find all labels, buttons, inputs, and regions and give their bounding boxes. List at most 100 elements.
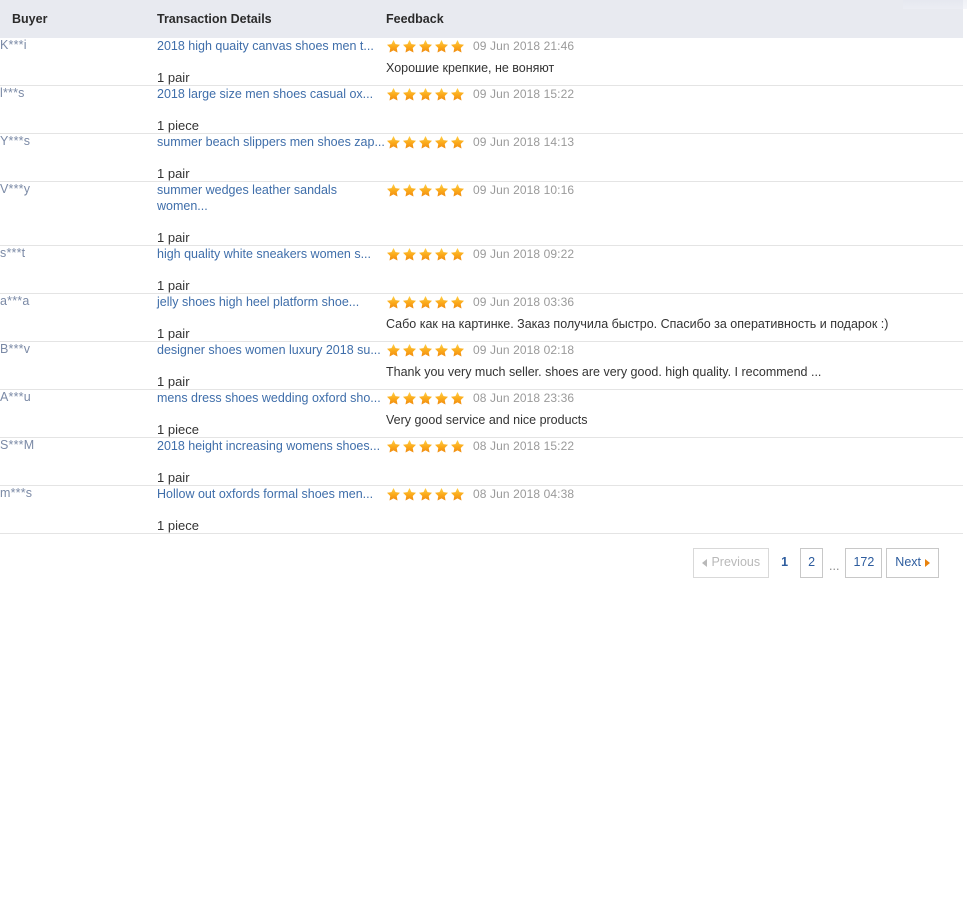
feedback-header: 09 Jun 2018 15:22 [386, 86, 963, 102]
table-row: V***y summer wedges leather sandals women… [0, 181, 963, 246]
product-link[interactable]: mens dress shoes wedding oxford sho... [157, 390, 386, 406]
feedback-header: 08 Jun 2018 04:38 [386, 486, 963, 502]
previous-page-button[interactable]: Previous [693, 548, 770, 578]
quantity-label: 1 pair [157, 70, 190, 85]
pagination-bar: Previous 1 2 ... 172 Next [0, 534, 951, 578]
cell-feedback: 08 Jun 2018 04:38 [386, 485, 963, 534]
star-rating-icons [386, 295, 465, 310]
buyer-name: Y***s [0, 134, 31, 148]
cell-buyer: S***M [0, 437, 157, 486]
chevron-left-icon [702, 558, 708, 567]
buyer-name: a***a [0, 294, 30, 308]
quantity-label: 1 pair [157, 230, 190, 245]
column-header-feedback: Feedback [386, 0, 963, 38]
table-row: Y***s summer beach slippers men shoes zap… [0, 133, 963, 182]
cell-buyer: m***s [0, 485, 157, 534]
cell-feedback: 08 Jun 2018 15:22 [386, 437, 963, 486]
page-button-last[interactable]: 172 [845, 548, 883, 578]
cell-transaction-details: 2018 height increasing womens shoes... 1 … [157, 437, 386, 486]
star-rating-icons [386, 183, 465, 198]
table-header-row: Buyer Transaction Details Feedback [0, 0, 963, 38]
cell-feedback: 09 Jun 2018 14:13 [386, 133, 963, 182]
feedback-comment: Хорошие крепкие, не воняют [386, 61, 555, 75]
buyer-name: m***s [0, 486, 33, 500]
cell-buyer: a***a [0, 293, 157, 342]
product-link[interactable]: high quality white sneakers women s... [157, 246, 386, 262]
buyer-name: A***u [0, 390, 31, 404]
product-link[interactable]: jelly shoes high heel platform shoe... [157, 294, 386, 310]
product-link[interactable]: summer wedges leather sandals women... [157, 182, 386, 214]
cell-transaction-details: high quality white sneakers women s... 1 … [157, 245, 386, 294]
quantity-label: 1 piece [157, 118, 199, 133]
feedback-date: 09 Jun 2018 15:22 [473, 87, 575, 101]
product-link[interactable]: Hollow out oxfords formal shoes men... [157, 486, 386, 502]
feedback-date: 08 Jun 2018 23:36 [473, 391, 575, 405]
table-header: Buyer Transaction Details Feedback [0, 0, 963, 38]
cell-buyer: l***s [0, 85, 157, 134]
table-body: K***i 2018 high quaity canvas shoes men t… [0, 38, 963, 534]
cell-transaction-details: mens dress shoes wedding oxford sho... 1 … [157, 389, 386, 438]
pagination-ellipsis: ... [829, 559, 840, 573]
cell-feedback: 08 Jun 2018 23:36 Very good service and n… [386, 389, 963, 438]
star-rating-icons [386, 487, 465, 502]
cell-buyer: Y***s [0, 133, 157, 182]
feedback-date: 09 Jun 2018 21:46 [473, 39, 575, 53]
cell-buyer: B***v [0, 341, 157, 390]
quantity-label: 1 pair [157, 470, 190, 485]
table-row: B***v designer shoes women luxury 2018 su… [0, 341, 963, 390]
feedback-header: 08 Jun 2018 15:22 [386, 438, 963, 454]
previous-page-label: Previous [711, 555, 761, 569]
cell-transaction-details: jelly shoes high heel platform shoe... 1 … [157, 293, 386, 342]
feedback-header: 09 Jun 2018 03:36 [386, 294, 963, 310]
quantity-label: 1 pair [157, 278, 190, 293]
star-rating-icons [386, 343, 465, 358]
buyer-name: V***y [0, 182, 31, 196]
table-row: A***u mens dress shoes wedding oxford sho… [0, 389, 963, 438]
feedback-header: 09 Jun 2018 14:13 [386, 134, 963, 150]
cell-feedback: 09 Jun 2018 15:22 [386, 85, 963, 134]
feedback-date: 09 Jun 2018 14:13 [473, 135, 575, 149]
cell-transaction-details: designer shoes women luxury 2018 su... 1 … [157, 341, 386, 390]
feedback-comment: Very good service and nice products [386, 413, 588, 427]
star-rating-icons [386, 39, 465, 54]
cell-buyer: s***t [0, 245, 157, 294]
buyer-name: S***M [0, 438, 35, 452]
feedback-date: 09 Jun 2018 09:22 [473, 247, 575, 261]
star-rating-icons [386, 439, 465, 454]
cell-transaction-details: Hollow out oxfords formal shoes men... 1 … [157, 485, 386, 534]
feedback-comment: Thank you very much seller. shoes are ve… [386, 365, 822, 379]
next-page-button[interactable]: Next [886, 548, 939, 578]
buyer-name: B***v [0, 342, 31, 356]
product-link[interactable]: summer beach slippers men shoes zap... [157, 134, 386, 150]
next-page-label: Next [895, 555, 921, 569]
cell-buyer: A***u [0, 389, 157, 438]
feedback-header: 09 Jun 2018 02:18 [386, 342, 963, 358]
cell-feedback: 09 Jun 2018 21:46 Хорошие крепкие, не вон… [386, 38, 963, 86]
feedback-date: 08 Jun 2018 15:22 [473, 439, 575, 453]
cell-feedback: 09 Jun 2018 03:36 Сабо как на картинке. З… [386, 293, 963, 342]
buyer-name: s***t [0, 246, 26, 260]
buyer-name: K***i [0, 38, 27, 52]
product-link[interactable]: 2018 large size men shoes casual ox... [157, 86, 386, 102]
product-link[interactable]: designer shoes women luxury 2018 su... [157, 342, 386, 358]
cell-feedback: 09 Jun 2018 10:16 [386, 181, 963, 246]
feedback-date: 09 Jun 2018 02:18 [473, 343, 575, 357]
quantity-label: 1 pair [157, 166, 190, 181]
cell-feedback: 09 Jun 2018 09:22 [386, 245, 963, 294]
feedback-comment: Сабо как на картинке. Заказ получила быс… [386, 317, 889, 331]
product-link[interactable]: 2018 height increasing womens shoes... [157, 438, 386, 454]
quantity-label: 1 piece [157, 518, 199, 533]
page-button-2[interactable]: 2 [800, 548, 824, 578]
buyer-name: l***s [0, 86, 25, 100]
feedback-header: 09 Jun 2018 09:22 [386, 246, 963, 262]
cell-buyer: K***i [0, 38, 157, 86]
table-row: l***s 2018 large size men shoes casual ox… [0, 85, 963, 134]
product-link[interactable]: 2018 high quaity canvas shoes men t... [157, 38, 386, 54]
cell-transaction-details: 2018 large size men shoes casual ox... 1 … [157, 85, 386, 134]
cell-buyer: V***y [0, 181, 157, 246]
column-header-transaction-details: Transaction Details [157, 0, 386, 38]
cell-transaction-details: 2018 high quaity canvas shoes men t... 1 … [157, 38, 386, 86]
star-rating-icons [386, 87, 465, 102]
page-button-1[interactable]: 1 [773, 548, 796, 578]
star-rating-icons [386, 135, 465, 150]
